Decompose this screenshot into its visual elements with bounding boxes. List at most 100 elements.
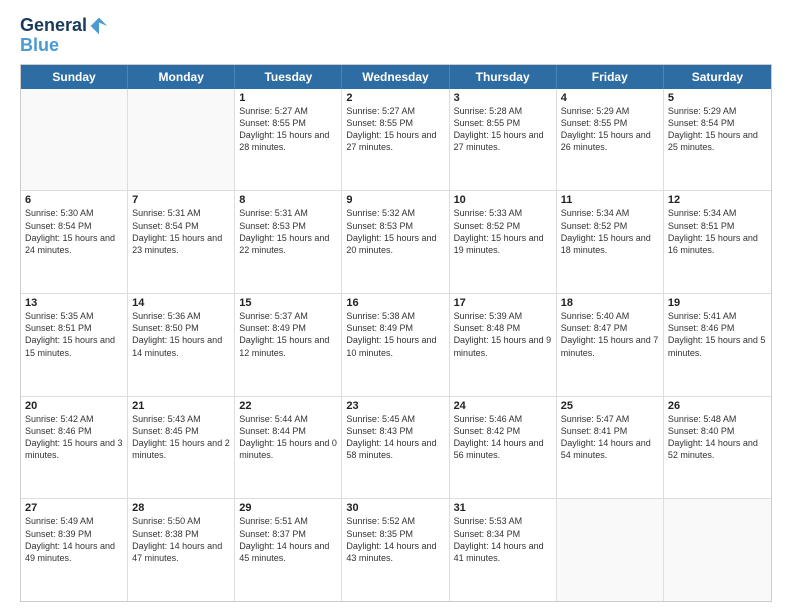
calendar-cell: 11Sunrise: 5:34 AM Sunset: 8:52 PM Dayli… <box>557 191 664 293</box>
calendar-cell: 8Sunrise: 5:31 AM Sunset: 8:53 PM Daylig… <box>235 191 342 293</box>
cell-day-number: 26 <box>668 400 767 412</box>
calendar-body: 1 Sunrise: 5:27 AM Sunset: 8:55 PM Daylig… <box>21 89 771 601</box>
calendar-cell: 15Sunrise: 5:37 AM Sunset: 8:49 PM Dayli… <box>235 294 342 396</box>
cell-info: Sunrise: 5:51 AM Sunset: 8:37 PM Dayligh… <box>239 515 337 564</box>
cell-day-number: 4 <box>561 92 659 104</box>
calendar-cell <box>557 499 664 601</box>
cell-info: Sunrise: 5:35 AM Sunset: 8:51 PM Dayligh… <box>25 310 123 359</box>
calendar-cell: 24Sunrise: 5:46 AM Sunset: 8:42 PM Dayli… <box>450 397 557 499</box>
weekday-header-tuesday: Tuesday <box>235 65 342 89</box>
cell-info: Sunrise: 5:43 AM Sunset: 8:45 PM Dayligh… <box>132 413 230 462</box>
page: General Blue SundayMondayTuesdayWednesda… <box>0 0 792 612</box>
calendar-cell: 9Sunrise: 5:32 AM Sunset: 8:53 PM Daylig… <box>342 191 449 293</box>
calendar-cell: 12Sunrise: 5:34 AM Sunset: 8:51 PM Dayli… <box>664 191 771 293</box>
cell-info: Sunrise: 5:38 AM Sunset: 8:49 PM Dayligh… <box>346 310 444 359</box>
calendar-cell: 22Sunrise: 5:44 AM Sunset: 8:44 PM Dayli… <box>235 397 342 499</box>
calendar-cell: 1Sunrise: 5:27 AM Sunset: 8:55 PM Daylig… <box>235 89 342 191</box>
cell-day-number: 5 <box>668 92 767 104</box>
calendar-cell: 25Sunrise: 5:47 AM Sunset: 8:41 PM Dayli… <box>557 397 664 499</box>
cell-info: Sunrise: 5:36 AM Sunset: 8:50 PM Dayligh… <box>132 310 230 359</box>
cell-info: Sunrise: 5:34 AM Sunset: 8:51 PM Dayligh… <box>668 207 767 256</box>
calendar-row-3: 20Sunrise: 5:42 AM Sunset: 8:46 PM Dayli… <box>21 397 771 500</box>
cell-day-number: 7 <box>132 194 230 206</box>
cell-day-number: 3 <box>454 92 552 104</box>
logo-text-general: General <box>20 16 87 36</box>
cell-day-number: 19 <box>668 297 767 309</box>
calendar-cell: 27Sunrise: 5:49 AM Sunset: 8:39 PM Dayli… <box>21 499 128 601</box>
weekday-header-monday: Monday <box>128 65 235 89</box>
calendar-cell <box>128 89 235 191</box>
cell-day-number: 30 <box>346 502 444 514</box>
cell-day-number: 28 <box>132 502 230 514</box>
logo-icon <box>89 16 109 36</box>
cell-info: Sunrise: 5:53 AM Sunset: 8:34 PM Dayligh… <box>454 515 552 564</box>
calendar-cell: 13Sunrise: 5:35 AM Sunset: 8:51 PM Dayli… <box>21 294 128 396</box>
cell-info: Sunrise: 5:42 AM Sunset: 8:46 PM Dayligh… <box>25 413 123 462</box>
cell-info: Sunrise: 5:27 AM Sunset: 8:55 PM Dayligh… <box>346 105 444 154</box>
weekday-header-sunday: Sunday <box>21 65 128 89</box>
cell-info: Sunrise: 5:52 AM Sunset: 8:35 PM Dayligh… <box>346 515 444 564</box>
cell-day-number: 10 <box>454 194 552 206</box>
cell-info: Sunrise: 5:47 AM Sunset: 8:41 PM Dayligh… <box>561 413 659 462</box>
cell-info: Sunrise: 5:32 AM Sunset: 8:53 PM Dayligh… <box>346 207 444 256</box>
calendar-cell: 10Sunrise: 5:33 AM Sunset: 8:52 PM Dayli… <box>450 191 557 293</box>
calendar-row-1: 6Sunrise: 5:30 AM Sunset: 8:54 PM Daylig… <box>21 191 771 294</box>
cell-day-number: 29 <box>239 502 337 514</box>
cell-day-number: 25 <box>561 400 659 412</box>
calendar-header: SundayMondayTuesdayWednesdayThursdayFrid… <box>21 65 771 89</box>
calendar-row-4: 27Sunrise: 5:49 AM Sunset: 8:39 PM Dayli… <box>21 499 771 601</box>
cell-info: Sunrise: 5:34 AM Sunset: 8:52 PM Dayligh… <box>561 207 659 256</box>
weekday-header-wednesday: Wednesday <box>342 65 449 89</box>
cell-info: Sunrise: 5:33 AM Sunset: 8:52 PM Dayligh… <box>454 207 552 256</box>
cell-day-number: 24 <box>454 400 552 412</box>
logo-text-blue: Blue <box>20 36 109 56</box>
calendar-cell: 31Sunrise: 5:53 AM Sunset: 8:34 PM Dayli… <box>450 499 557 601</box>
cell-day-number: 21 <box>132 400 230 412</box>
cell-info: Sunrise: 5:29 AM Sunset: 8:54 PM Dayligh… <box>668 105 767 154</box>
cell-day-number: 15 <box>239 297 337 309</box>
cell-day-number: 17 <box>454 297 552 309</box>
cell-info: Sunrise: 5:30 AM Sunset: 8:54 PM Dayligh… <box>25 207 123 256</box>
cell-day-number: 11 <box>561 194 659 206</box>
calendar-cell: 20Sunrise: 5:42 AM Sunset: 8:46 PM Dayli… <box>21 397 128 499</box>
cell-info: Sunrise: 5:39 AM Sunset: 8:48 PM Dayligh… <box>454 310 552 359</box>
cell-day-number: 8 <box>239 194 337 206</box>
calendar-cell: 18Sunrise: 5:40 AM Sunset: 8:47 PM Dayli… <box>557 294 664 396</box>
calendar-cell: 30Sunrise: 5:52 AM Sunset: 8:35 PM Dayli… <box>342 499 449 601</box>
cell-info: Sunrise: 5:44 AM Sunset: 8:44 PM Dayligh… <box>239 413 337 462</box>
cell-day-number: 2 <box>346 92 444 104</box>
calendar-cell: 14Sunrise: 5:36 AM Sunset: 8:50 PM Dayli… <box>128 294 235 396</box>
cell-day-number: 6 <box>25 194 123 206</box>
cell-day-number: 1 <box>239 92 337 104</box>
calendar-cell <box>21 89 128 191</box>
cell-info: Sunrise: 5:29 AM Sunset: 8:55 PM Dayligh… <box>561 105 659 154</box>
weekday-header-thursday: Thursday <box>450 65 557 89</box>
cell-day-number: 18 <box>561 297 659 309</box>
cell-day-number: 13 <box>25 297 123 309</box>
calendar-cell <box>664 499 771 601</box>
cell-info: Sunrise: 5:41 AM Sunset: 8:46 PM Dayligh… <box>668 310 767 359</box>
calendar-cell: 5Sunrise: 5:29 AM Sunset: 8:54 PM Daylig… <box>664 89 771 191</box>
cell-info: Sunrise: 5:45 AM Sunset: 8:43 PM Dayligh… <box>346 413 444 462</box>
calendar-cell: 29Sunrise: 5:51 AM Sunset: 8:37 PM Dayli… <box>235 499 342 601</box>
calendar-row-2: 13Sunrise: 5:35 AM Sunset: 8:51 PM Dayli… <box>21 294 771 397</box>
cell-info: Sunrise: 5:31 AM Sunset: 8:53 PM Dayligh… <box>239 207 337 256</box>
calendar-cell: 2Sunrise: 5:27 AM Sunset: 8:55 PM Daylig… <box>342 89 449 191</box>
calendar-cell: 19Sunrise: 5:41 AM Sunset: 8:46 PM Dayli… <box>664 294 771 396</box>
cell-info: Sunrise: 5:40 AM Sunset: 8:47 PM Dayligh… <box>561 310 659 359</box>
calendar-cell: 4Sunrise: 5:29 AM Sunset: 8:55 PM Daylig… <box>557 89 664 191</box>
cell-info: Sunrise: 5:37 AM Sunset: 8:49 PM Dayligh… <box>239 310 337 359</box>
cell-day-number: 16 <box>346 297 444 309</box>
weekday-header-friday: Friday <box>557 65 664 89</box>
calendar-cell: 21Sunrise: 5:43 AM Sunset: 8:45 PM Dayli… <box>128 397 235 499</box>
calendar-cell: 23Sunrise: 5:45 AM Sunset: 8:43 PM Dayli… <box>342 397 449 499</box>
cell-day-number: 31 <box>454 502 552 514</box>
calendar-cell: 17Sunrise: 5:39 AM Sunset: 8:48 PM Dayli… <box>450 294 557 396</box>
cell-info: Sunrise: 5:28 AM Sunset: 8:55 PM Dayligh… <box>454 105 552 154</box>
calendar-cell: 16Sunrise: 5:38 AM Sunset: 8:49 PM Dayli… <box>342 294 449 396</box>
cell-info: Sunrise: 5:50 AM Sunset: 8:38 PM Dayligh… <box>132 515 230 564</box>
calendar-cell: 28Sunrise: 5:50 AM Sunset: 8:38 PM Dayli… <box>128 499 235 601</box>
calendar-cell: 3Sunrise: 5:28 AM Sunset: 8:55 PM Daylig… <box>450 89 557 191</box>
cell-day-number: 14 <box>132 297 230 309</box>
cell-info: Sunrise: 5:46 AM Sunset: 8:42 PM Dayligh… <box>454 413 552 462</box>
